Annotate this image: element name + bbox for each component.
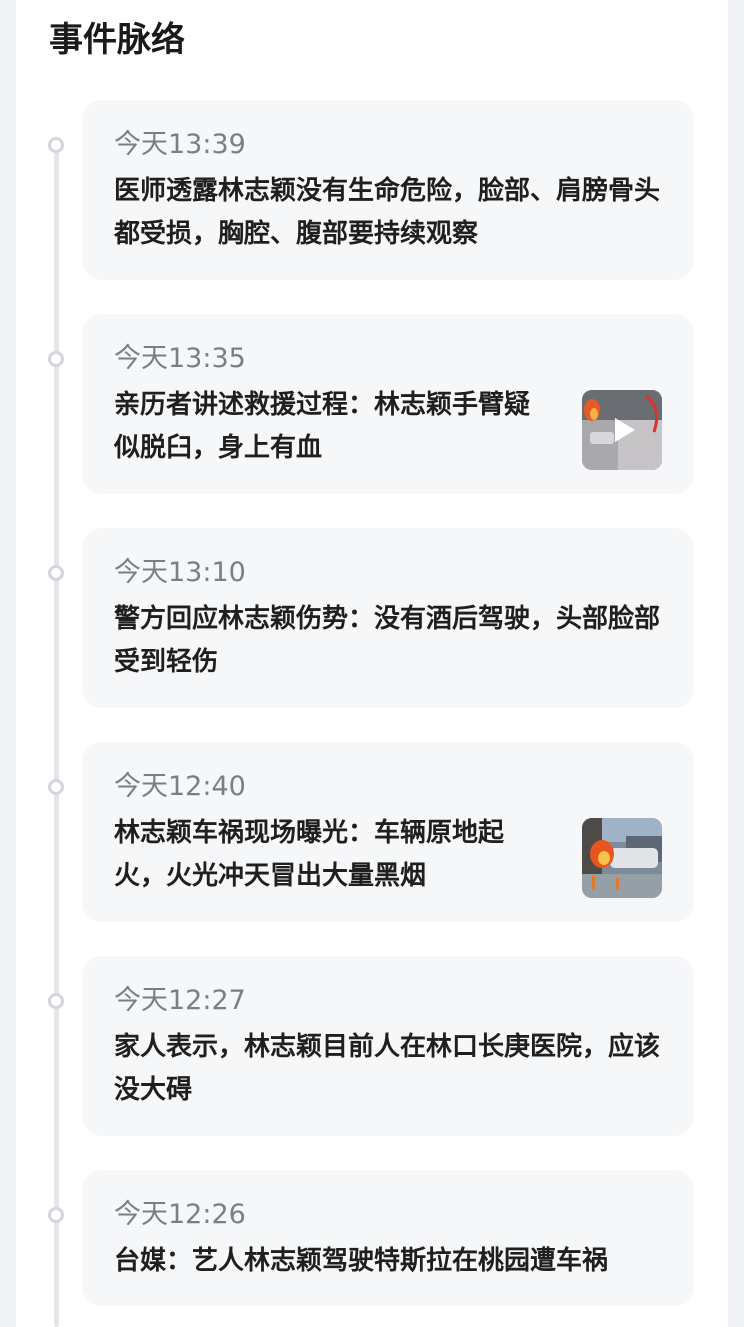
timeline-line [54, 152, 59, 1327]
timeline-event-card[interactable]: 今天12:40 林志颖车祸现场曝光：车辆原地起火，火光冲天冒出大量黑烟 [48, 742, 694, 922]
event-time: 今天12:27 [114, 985, 246, 1016]
event-time: 今天13:35 [114, 343, 246, 374]
event-time: 今天12:26 [114, 1199, 246, 1230]
video-thumbnail[interactable] [582, 390, 662, 470]
event-headline: 台媒：艺人林志颖驾驶特斯拉在桃园遭车祸 [114, 1246, 609, 1276]
timeline-dot [48, 1207, 64, 1223]
timeline-event-card[interactable]: 今天13:10 警方回应林志颖伤势：没有酒后驾驶，头部脸部受到轻伤 [48, 528, 694, 708]
event-timeline-panel: 事件脉络 今天13:39 医师透露林志颖没有生命危险，脸部、肩膀骨头都受损，胸腔… [16, 0, 728, 1327]
section-title: 事件脉络 [49, 20, 185, 60]
timeline-dot [48, 351, 64, 367]
timeline-event-card[interactable]: 今天12:27 家人表示，林志颖目前人在林口长庚医院，应该没大碍 [48, 956, 694, 1136]
timeline-dot [48, 137, 64, 153]
timeline-event-card[interactable]: 今天13:39 医师透露林志颖没有生命危险，脸部、肩膀骨头都受损，胸腔、腹部要持… [48, 100, 694, 280]
timeline-dot [48, 565, 64, 581]
event-headline: 警方回应林志颖伤势：没有酒后驾驶，头部脸部受到轻伤 [114, 604, 661, 677]
event-time: 今天12:40 [114, 771, 246, 802]
event-headline: 林志颖车祸现场曝光：车辆原地起火，火光冲天冒出大量黑烟 [114, 818, 505, 891]
timeline-event-card[interactable]: 今天12:26 台媒：艺人林志颖驾驶特斯拉在桃园遭车祸 [48, 1170, 694, 1306]
event-time: 今天13:10 [114, 557, 246, 588]
image-thumbnail[interactable] [582, 818, 662, 898]
event-headline: 医师透露林志颖没有生命危险，脸部、肩膀骨头都受损，胸腔、腹部要持续观察 [114, 176, 661, 249]
event-headline: 家人表示，林志颖目前人在林口长庚医院，应该没大碍 [114, 1032, 661, 1105]
timeline-dot [48, 779, 64, 795]
timeline-dot [48, 993, 64, 1009]
event-time: 今天13:39 [114, 129, 246, 160]
event-headline: 亲历者讲述救援过程：林志颖手臂疑似脱臼，身上有血 [114, 390, 531, 463]
timeline-event-card[interactable]: 今天13:35 亲历者讲述救援过程：林志颖手臂疑似脱臼，身上有血 [48, 314, 694, 494]
